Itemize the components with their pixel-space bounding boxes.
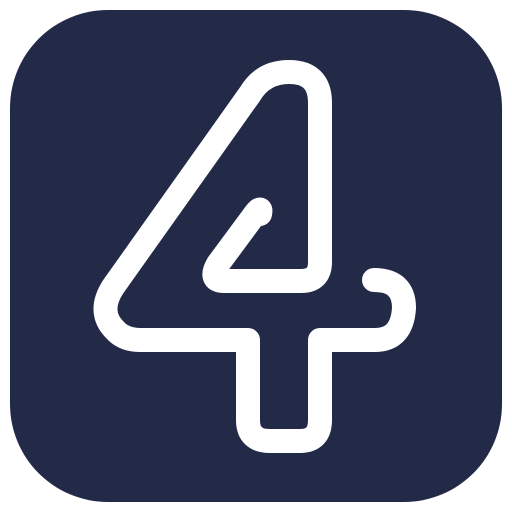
app-icon[interactable] [0, 0, 512, 512]
icon-canvas [0, 0, 512, 512]
four-glyph-icon [10, 10, 502, 502]
